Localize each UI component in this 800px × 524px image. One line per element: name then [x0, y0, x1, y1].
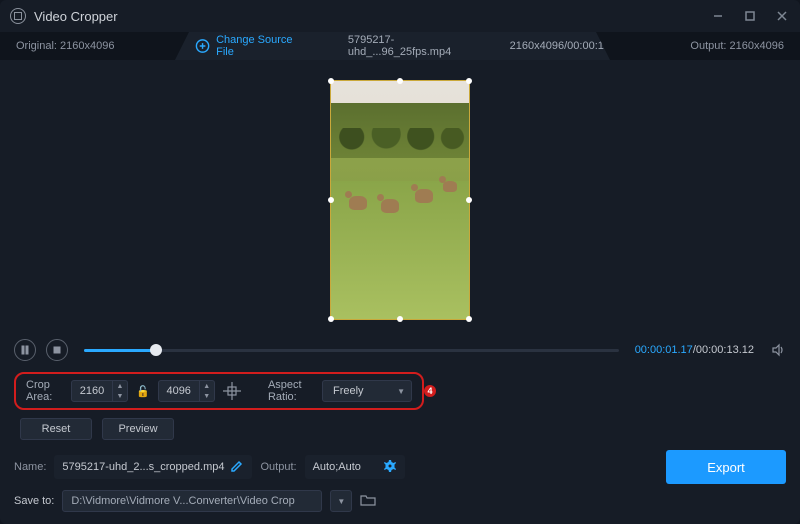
edit-name-icon[interactable] [230, 459, 244, 476]
volume-icon[interactable] [770, 342, 786, 358]
crop-height-field[interactable] [159, 385, 199, 397]
reset-button[interactable]: Reset [20, 418, 92, 440]
output-params-box: Auto;Auto [305, 455, 405, 479]
height-up[interactable]: ▲ [200, 381, 214, 391]
save-to-label: Save to: [14, 495, 54, 507]
output-params-value: Auto;Auto [313, 461, 361, 473]
crop-settings-panel: Crop Area: ▲▼ 🔓 ▲▼ Aspect Ratio: Freely … [14, 372, 424, 410]
app-title: Video Cropper [34, 9, 118, 24]
step-badge: 4 [424, 385, 436, 397]
change-source-label: Change Source File [216, 34, 308, 58]
width-up[interactable]: ▲ [113, 381, 127, 391]
info-bar: Original: 2160x4096 Change Source File 5… [0, 32, 800, 60]
original-resolution: Original: 2160x4096 [0, 40, 175, 52]
seek-slider[interactable] [84, 349, 619, 352]
crop-width-field[interactable] [72, 385, 112, 397]
output-filename: 5795217-uhd_2...s_cropped.mp4 [62, 461, 224, 473]
width-down[interactable]: ▼ [113, 391, 127, 401]
crop-handle[interactable] [328, 78, 334, 84]
crop-canvas[interactable] [330, 80, 470, 320]
crop-handle[interactable] [466, 197, 472, 203]
lock-aspect-icon[interactable]: 🔓 [136, 385, 150, 398]
preview-button[interactable]: Preview [102, 418, 174, 440]
aspect-ratio-label: Aspect Ratio: [268, 379, 314, 403]
height-down[interactable]: ▼ [200, 391, 214, 401]
chevron-down-icon: ▼ [397, 387, 405, 396]
preview-area [0, 60, 800, 330]
export-button[interactable]: Export [666, 450, 786, 484]
aspect-ratio-dropdown[interactable]: Freely ▼ [322, 380, 412, 402]
maximize-button[interactable] [742, 8, 758, 24]
app-logo-icon [10, 8, 26, 24]
crop-area-label: Crop Area: [26, 379, 63, 403]
name-label: Name: [14, 461, 46, 473]
crop-handle[interactable] [397, 316, 403, 322]
pause-button[interactable] [14, 339, 36, 361]
save-path-box: D:\Vidmore\Vidmore V...Converter\Video C… [62, 490, 322, 512]
output-resolution: Output: 2160x4096 [690, 40, 800, 52]
save-path-value: D:\Vidmore\Vidmore V...Converter\Video C… [71, 495, 294, 507]
source-resolution-time: 2160x4096/00:00:13 [510, 40, 610, 52]
output-params-label: Output: [260, 461, 296, 473]
crop-height-input[interactable]: ▲▼ [158, 380, 215, 402]
settings-gear-icon[interactable] [383, 459, 397, 476]
center-crop-icon[interactable] [223, 382, 241, 400]
aspect-ratio-value: Freely [333, 385, 364, 397]
change-source-button[interactable]: Change Source File [195, 34, 308, 58]
output-name-box: 5795217-uhd_2...s_cropped.mp4 [54, 455, 252, 479]
seek-thumb[interactable] [150, 344, 162, 356]
crop-handle[interactable] [466, 78, 472, 84]
crop-width-input[interactable]: ▲▼ [71, 380, 128, 402]
stop-button[interactable] [46, 339, 68, 361]
crop-handle[interactable] [466, 316, 472, 322]
titlebar: Video Cropper [0, 0, 800, 32]
crop-handle[interactable] [397, 78, 403, 84]
save-path-dropdown[interactable]: ▼ [330, 490, 352, 512]
minimize-button[interactable] [710, 8, 726, 24]
source-filename: 5795217-uhd_...96_25fps.mp4 [348, 34, 490, 58]
crop-handle[interactable] [328, 197, 334, 203]
open-folder-icon[interactable] [360, 493, 376, 510]
crop-handle[interactable] [328, 316, 334, 322]
timecode: 00:00:01.17/00:00:13.12 [635, 344, 754, 356]
close-button[interactable] [774, 8, 790, 24]
